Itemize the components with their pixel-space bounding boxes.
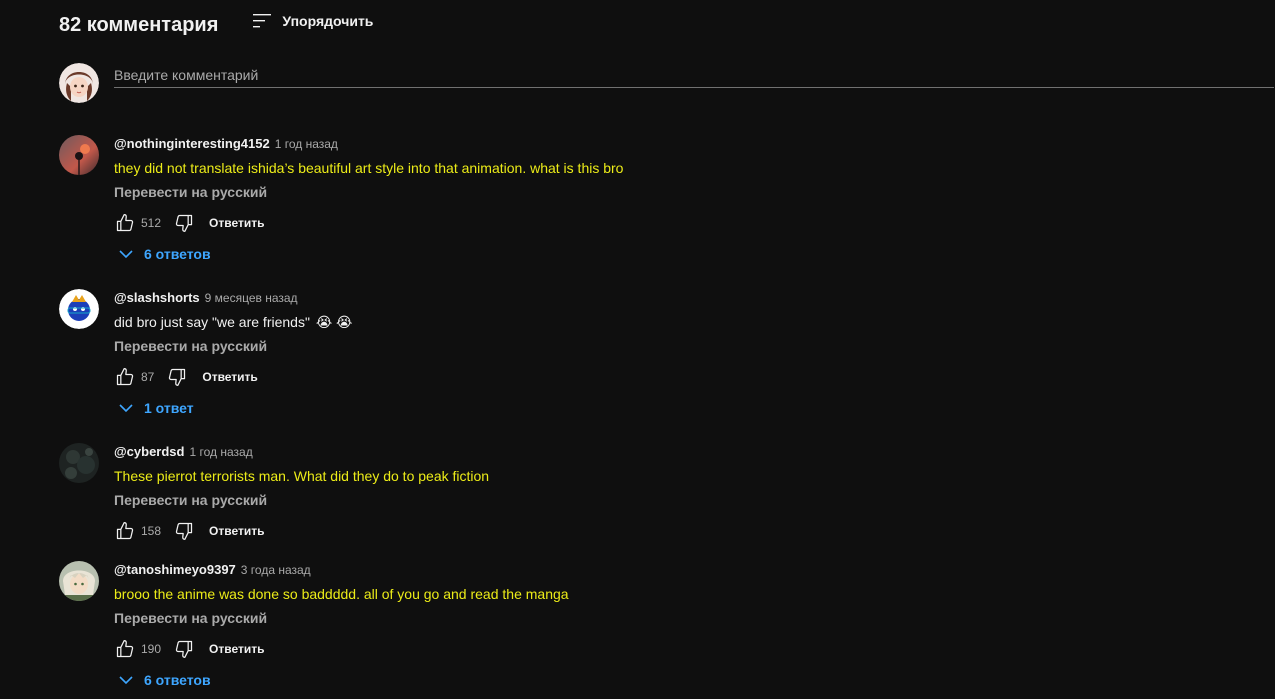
- comment-timestamp[interactable]: 9 месяцев назад: [205, 291, 298, 305]
- like-count: 512: [141, 216, 162, 230]
- comment-text-content: did bro just say "we are friends": [114, 314, 310, 330]
- avatar[interactable]: [59, 135, 99, 175]
- thumbs-up-icon: [116, 522, 134, 540]
- comment-count: 82 комментария: [59, 14, 219, 36]
- translate-button[interactable]: Перевести на русский: [114, 490, 1214, 510]
- thumbs-up-icon: [116, 640, 134, 658]
- sort-icon: [252, 12, 272, 30]
- dislike-button[interactable]: [173, 638, 195, 660]
- like-button[interactable]: [114, 520, 136, 542]
- avatar[interactable]: [59, 561, 99, 601]
- chevron-down-icon: [119, 404, 133, 413]
- comment-author[interactable]: @nothinginteresting4152: [114, 136, 270, 151]
- thumbs-down-icon: [175, 640, 193, 658]
- like-count: 87: [141, 370, 155, 384]
- comments-header: 82 комментария Упорядочить: [59, 12, 373, 38]
- comment-composer: [59, 63, 1275, 103]
- comment-author[interactable]: @slashshorts: [114, 290, 200, 305]
- comment-timestamp[interactable]: 1 год назад: [189, 445, 252, 459]
- comment-text: they did not translate ishida’s beautifu…: [114, 160, 624, 176]
- comment-text: These pierrot terrorists man. What did t…: [114, 468, 490, 484]
- sort-label: Упорядочить: [282, 13, 374, 29]
- thumbs-down-icon: [175, 214, 193, 232]
- avatar[interactable]: [59, 443, 99, 483]
- replies-label: 6 ответов: [144, 672, 211, 688]
- reply-button[interactable]: Ответить: [202, 370, 257, 384]
- dislike-button[interactable]: [166, 366, 188, 388]
- dislike-button[interactable]: [173, 212, 195, 234]
- comment-text: brooo the anime was done so baddddd. all…: [114, 586, 569, 602]
- thumbs-up-icon: [116, 214, 134, 232]
- dislike-button[interactable]: [173, 520, 195, 542]
- replies-toggle[interactable]: 6 ответов: [118, 246, 1214, 262]
- replies-toggle[interactable]: 1 ответ: [118, 400, 1214, 416]
- like-button[interactable]: [114, 638, 136, 660]
- replies-label: 6 ответов: [144, 246, 211, 262]
- comment-text: did bro just say "we are friends" 😭 😭: [114, 312, 1214, 332]
- reply-button[interactable]: Ответить: [209, 642, 264, 656]
- replies-label: 1 ответ: [144, 400, 194, 416]
- comment-author[interactable]: @cyberdsd: [114, 444, 184, 459]
- like-count: 190: [141, 642, 162, 656]
- comment-author[interactable]: @tanoshimeyo9397: [114, 562, 236, 577]
- chevron-down-icon: [119, 250, 133, 259]
- thumbs-up-icon: [116, 368, 134, 386]
- sort-button[interactable]: Упорядочить: [252, 12, 373, 30]
- translate-button[interactable]: Перевести на русский: [114, 182, 1214, 202]
- comment-input[interactable]: [114, 63, 1274, 88]
- thumbs-down-icon: [169, 368, 186, 386]
- chevron-down-icon: [119, 676, 133, 685]
- like-count: 158: [141, 524, 162, 538]
- comment-timestamp[interactable]: 1 год назад: [275, 137, 338, 151]
- comment-timestamp[interactable]: 3 года назад: [241, 563, 311, 577]
- like-button[interactable]: [114, 212, 136, 234]
- avatar[interactable]: [59, 63, 99, 103]
- reply-button[interactable]: Ответить: [209, 524, 264, 538]
- like-button[interactable]: [114, 366, 136, 388]
- translate-button[interactable]: Перевести на русский: [114, 608, 1214, 628]
- replies-toggle[interactable]: 6 ответов: [118, 672, 1214, 688]
- avatar[interactable]: [59, 289, 99, 329]
- reply-button[interactable]: Ответить: [209, 216, 264, 230]
- thumbs-down-icon: [175, 522, 193, 540]
- comments-section: 82 комментария Упорядочить Введите комме…: [0, 0, 1275, 699]
- translate-button[interactable]: Перевести на русский: [114, 336, 1214, 356]
- crying-emoji: 😭 😭: [315, 314, 353, 330]
